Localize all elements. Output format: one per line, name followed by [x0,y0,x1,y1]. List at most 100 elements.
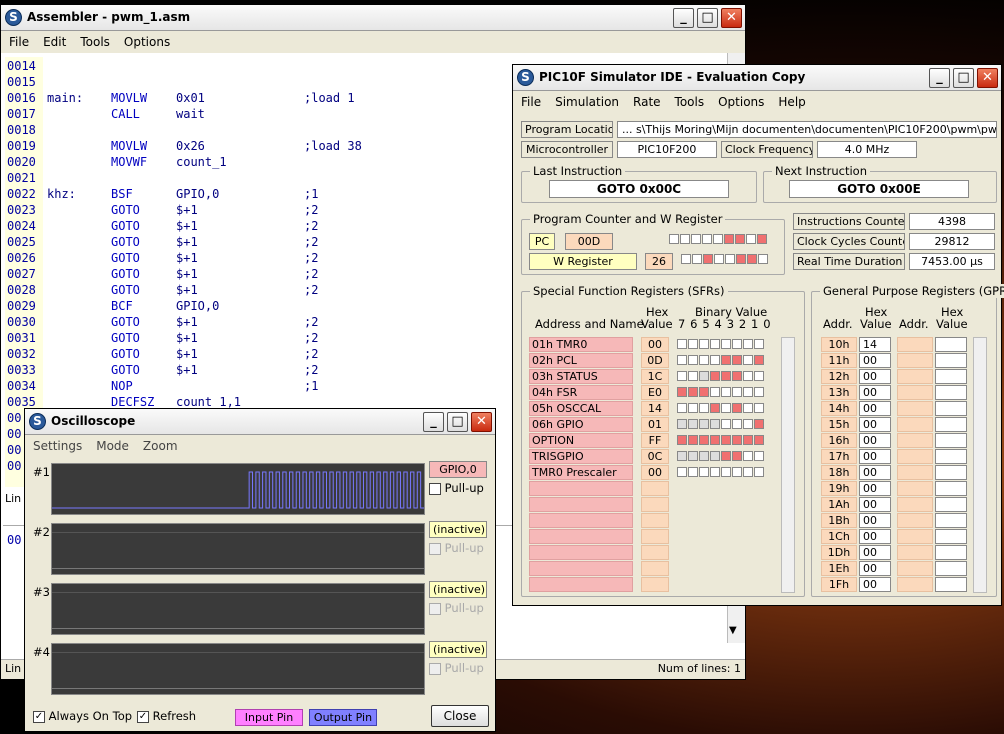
bit-cell[interactable] [732,339,742,349]
bit-cell[interactable] [699,467,709,477]
bit-cell[interactable] [721,435,731,445]
bit-cell[interactable] [757,234,767,244]
bit-cell[interactable] [677,371,687,381]
gpr-value[interactable]: 00 [859,369,891,384]
bit-cell[interactable] [754,435,764,445]
bit-cell[interactable] [721,387,731,397]
bit-cell[interactable] [710,387,720,397]
bit-cell[interactable] [688,355,698,365]
gpr-value[interactable]: 00 [859,449,891,464]
bit-cell[interactable] [732,371,742,381]
bit-cell[interactable] [688,403,698,413]
bit-cell[interactable] [710,339,720,349]
bit-cell[interactable] [710,403,720,413]
gpr-value[interactable]: 00 [859,465,891,480]
gpr-value[interactable]: 00 [859,433,891,448]
bit-cell[interactable] [710,419,720,429]
gpr-value-2[interactable] [935,561,967,576]
bit-cell[interactable] [699,339,709,349]
gpr-value[interactable]: 00 [859,401,891,416]
gpr-value-2[interactable] [935,337,967,352]
gpr-value[interactable]: 00 [859,545,891,560]
bit-cell[interactable] [699,403,709,413]
gpr-value[interactable]: 00 [859,417,891,432]
simulator-titlebar[interactable]: S PIC10F Simulator IDE - Evaluation Copy… [513,65,1001,91]
gpr-value-2[interactable] [935,385,967,400]
bit-cell[interactable] [743,339,753,349]
channel-pin[interactable]: (inactive) [429,641,487,658]
menu-file[interactable]: File [521,95,541,109]
bit-cell[interactable] [743,355,753,365]
bit-cell[interactable] [736,254,746,264]
bit-cell[interactable] [746,234,756,244]
bit-cell[interactable] [710,435,720,445]
bit-cell[interactable] [710,451,720,461]
maximize-icon[interactable]: □ [447,412,468,432]
bit-cell[interactable] [732,467,742,477]
bit-cell[interactable] [721,339,731,349]
bit-cell[interactable] [721,371,731,381]
bit-cell[interactable] [743,387,753,397]
bit-cell[interactable] [688,387,698,397]
minimize-icon[interactable]: _ [423,412,444,432]
always-on-top-checkbox[interactable]: ✓ Always On Top [33,709,132,723]
gpr-value-2[interactable] [935,513,967,528]
gpr-value[interactable]: 00 [859,577,891,592]
bit-cell[interactable] [732,355,742,365]
bit-cell[interactable] [721,467,731,477]
bit-cell[interactable] [721,419,731,429]
gpr-value-2[interactable] [935,577,967,592]
maximize-icon[interactable]: □ [953,68,974,88]
gpr-value[interactable]: 00 [859,561,891,576]
menu-options[interactable]: Options [718,95,764,109]
bit-cell[interactable] [758,254,768,264]
bit-cell[interactable] [688,419,698,429]
close-button[interactable]: Close [431,705,489,727]
bit-cell[interactable] [754,403,764,413]
bit-cell[interactable] [754,339,764,349]
oscilloscope-titlebar[interactable]: S Oscilloscope _ □ ✕ [25,409,495,435]
pull-up-checkbox[interactable]: Pull-up [429,481,484,495]
sfr-scrollbar[interactable] [781,337,795,593]
bit-cell[interactable] [699,371,709,381]
bit-cell[interactable] [688,467,698,477]
menu-rate[interactable]: Rate [633,95,661,109]
menu-edit[interactable]: Edit [43,35,66,49]
minimize-icon[interactable]: _ [929,68,950,88]
minimize-icon[interactable]: _ [673,8,694,28]
bit-cell[interactable] [735,234,745,244]
bit-cell[interactable] [692,254,702,264]
bit-cell[interactable] [743,371,753,381]
bit-cell[interactable] [710,355,720,365]
gpr-value-2[interactable] [935,449,967,464]
maximize-icon[interactable]: □ [697,8,718,28]
gpr-value[interactable]: 00 [859,513,891,528]
bit-cell[interactable] [743,435,753,445]
bit-cell[interactable] [732,403,742,413]
menu-settings[interactable]: Settings [33,439,82,453]
bit-cell[interactable] [725,254,735,264]
bit-cell[interactable] [699,387,709,397]
bit-cell[interactable] [732,387,742,397]
gpr-value-2[interactable] [935,433,967,448]
bit-cell[interactable] [754,467,764,477]
bit-cell[interactable] [688,435,698,445]
channel-pin[interactable]: GPIO,0 [429,461,487,478]
bit-cell[interactable] [677,435,687,445]
close-icon[interactable]: ✕ [721,8,742,28]
gpr-value-2[interactable] [935,369,967,384]
gpr-value[interactable]: 14 [859,337,891,352]
channel-pin[interactable]: (inactive) [429,581,487,598]
bit-cell[interactable] [677,451,687,461]
bit-cell[interactable] [677,467,687,477]
bit-cell[interactable] [691,234,701,244]
bit-cell[interactable] [714,254,724,264]
gpr-value-2[interactable] [935,497,967,512]
gpr-value-2[interactable] [935,481,967,496]
bit-cell[interactable] [747,254,757,264]
scroll-down-icon[interactable]: ▼ [729,625,737,636]
bit-cell[interactable] [703,254,713,264]
gpr-value-2[interactable] [935,417,967,432]
gpr-value[interactable]: 00 [859,497,891,512]
bit-cell[interactable] [677,355,687,365]
